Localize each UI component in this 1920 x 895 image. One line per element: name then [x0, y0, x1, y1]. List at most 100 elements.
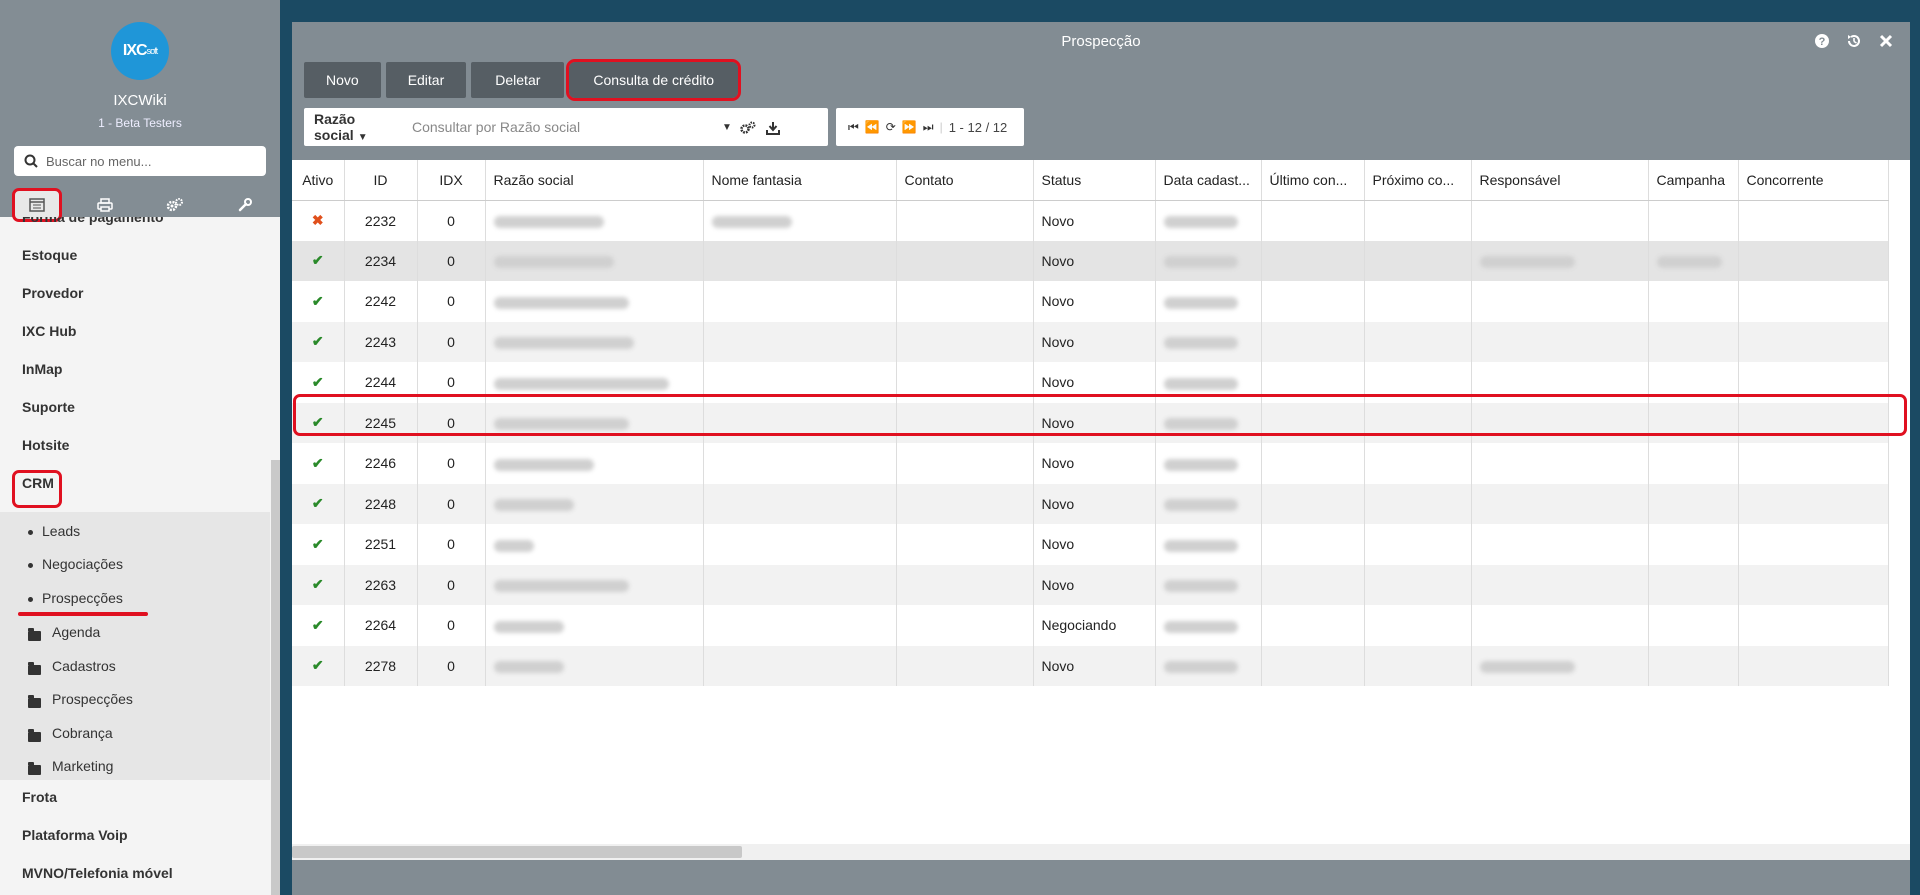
submenu-item-prospeccoes[interactable]: Prospecções [42, 590, 123, 606]
proximo-contato-cell [1364, 605, 1472, 646]
sidebar-item-provedor[interactable]: Provedor [22, 285, 83, 301]
tab-tools[interactable] [210, 190, 280, 220]
folder-prospeccoes[interactable]: Prospecções [52, 691, 133, 707]
redacted-text [711, 215, 792, 228]
sidebar-item-inmap[interactable]: InMap [22, 361, 62, 377]
campanha-cell [1648, 443, 1739, 484]
sidebar-item-forma-pagamento[interactable]: Forma de pagamento [22, 217, 164, 225]
tab-print[interactable] [70, 190, 140, 220]
filter-search-input[interactable] [412, 119, 722, 135]
column-header[interactable]: IDX [417, 160, 486, 201]
new-button[interactable]: Novo [304, 62, 381, 98]
column-header[interactable]: Próximo co... [1364, 160, 1472, 201]
first-page-icon[interactable]: ⏮ [848, 120, 859, 135]
menu-search-input[interactable] [46, 153, 246, 169]
last-page-icon[interactable]: ⏭ [923, 120, 934, 135]
edit-button[interactable]: Editar [385, 62, 467, 98]
column-header[interactable]: Responsável [1471, 160, 1649, 201]
redacted-text [493, 337, 634, 350]
table-row[interactable]: ✔ 2234 0 Novo [292, 240, 1889, 281]
contato-cell [896, 402, 1034, 443]
table-row[interactable]: ✔ 2248 0 Novo [292, 483, 1889, 524]
menu-search[interactable] [14, 146, 266, 176]
nome-fantasia-cell [703, 524, 897, 565]
column-header[interactable]: Contato [896, 160, 1034, 201]
nome-fantasia-cell [703, 564, 897, 605]
table-row[interactable]: ✔ 2263 0 Novo [292, 564, 1889, 605]
sidebar-item-suporte[interactable]: Suporte [22, 399, 75, 415]
check-icon: ✔ [311, 616, 324, 633]
status-cell: Novo [1033, 524, 1156, 565]
folder-cobranca[interactable]: Cobrança [52, 725, 113, 741]
sidebar-item-ixc-hub[interactable]: IXC Hub [22, 323, 76, 339]
table-row[interactable]: ✔ 2243 0 Novo [292, 321, 1889, 362]
download-icon[interactable] [765, 119, 780, 135]
proximo-contato-cell [1364, 240, 1472, 281]
credit-check-button[interactable]: Consulta de crédito [566, 59, 742, 101]
ultimo-contato-cell [1261, 605, 1365, 646]
folder-cadastros[interactable]: Cadastros [52, 658, 116, 674]
scroll-thumb[interactable] [292, 846, 742, 858]
table-row[interactable]: ✔ 2242 0 Novo [292, 281, 1889, 322]
ultimo-contato-cell [1261, 524, 1365, 565]
razao-social-cell [485, 564, 704, 605]
idx-cell: 0 [417, 443, 486, 484]
next-page-icon[interactable]: ⏩ [902, 120, 917, 134]
table-row[interactable]: ✔ 2244 0 Novo [292, 362, 1889, 403]
submenu-item-negociacoes[interactable]: Negociações [42, 556, 123, 572]
redacted-text [1163, 499, 1238, 512]
sidebar-item-hotsite[interactable]: Hotsite [22, 437, 69, 453]
sidebar-item-plataforma-voip[interactable]: Plataforma Voip [22, 827, 128, 843]
table-row[interactable]: ✖ 2232 0 Novo [292, 200, 1889, 241]
refresh-icon[interactable]: ⟳ [886, 120, 896, 134]
folder-icon [28, 762, 41, 775]
responsavel-cell [1471, 240, 1649, 281]
history-icon[interactable] [1844, 33, 1864, 54]
column-header[interactable]: Nome fantasia [703, 160, 897, 201]
active-cell: ✔ [292, 605, 345, 646]
sidebar-scrollbar[interactable] [271, 460, 280, 895]
column-header[interactable]: Razão social [485, 160, 704, 201]
data-cadastro-cell [1155, 524, 1262, 565]
sidebar-item-frota[interactable]: Frota [22, 789, 57, 805]
id-cell: 2278 [344, 645, 418, 686]
filter-field-select[interactable]: Razão social ▼ [304, 111, 412, 143]
contato-cell [896, 524, 1034, 565]
column-header[interactable]: Status [1033, 160, 1156, 201]
column-header[interactable]: Campanha [1648, 160, 1739, 201]
tab-settings[interactable] [140, 190, 210, 220]
close-icon[interactable] [1876, 33, 1896, 54]
tab-menu[interactable] [0, 188, 70, 222]
column-header[interactable]: Data cadast... [1155, 160, 1262, 201]
concorrente-cell [1738, 240, 1889, 281]
table-row[interactable]: ✔ 2245 0 Novo [292, 402, 1889, 443]
sidebar-menu: Forma de pagamento Estoque Provedor IXC … [0, 217, 270, 895]
sidebar-item-estoque[interactable]: Estoque [22, 247, 77, 263]
concorrente-cell [1738, 321, 1889, 362]
folder-marketing[interactable]: Marketing [52, 758, 113, 774]
campanha-cell [1648, 645, 1739, 686]
table-row[interactable]: ✔ 2264 0 Negociando [292, 605, 1889, 646]
sidebar-item-mvno[interactable]: MVNO/Telefonia móvel [22, 865, 173, 881]
filter-settings-icon[interactable] [740, 119, 756, 135]
status-cell: Novo [1033, 443, 1156, 484]
dropdown-caret-icon[interactable]: ▼ [722, 122, 732, 133]
horizontal-scrollbar[interactable] [292, 844, 1910, 860]
app-logo[interactable]: IXC soft [111, 22, 169, 80]
delete-button[interactable]: Deletar [471, 62, 565, 98]
table-row[interactable]: ✔ 2246 0 Novo [292, 443, 1889, 484]
prev-page-icon[interactable]: ⏪ [865, 120, 880, 134]
column-header[interactable]: Concorrente [1738, 160, 1889, 201]
column-header[interactable]: Ativo [292, 160, 345, 201]
status-cell: Novo [1033, 402, 1156, 443]
column-header[interactable]: Último con... [1261, 160, 1365, 201]
crm-highlight [12, 470, 62, 508]
table-row[interactable]: ✔ 2251 0 Novo [292, 524, 1889, 565]
folder-agenda[interactable]: Agenda [52, 624, 100, 640]
table-row[interactable]: ✔ 2278 0 Novo [292, 645, 1889, 686]
help-icon[interactable]: ? [1812, 33, 1832, 54]
column-header[interactable]: ID [344, 160, 418, 201]
sidebar: IXCsoft IXCWiki 1 - Beta Testers Fo [0, 0, 280, 895]
submenu-item-leads[interactable]: Leads [42, 523, 80, 539]
razao-social-cell [485, 362, 704, 403]
